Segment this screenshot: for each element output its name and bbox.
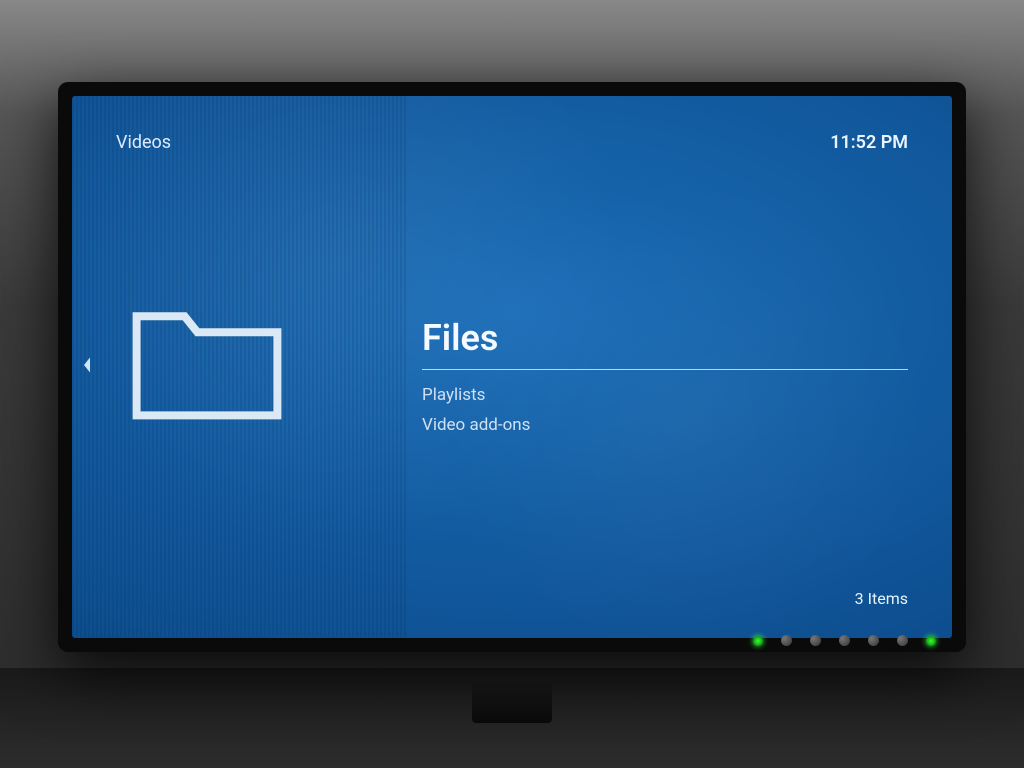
clock: 11:52 PM — [830, 132, 908, 153]
monitor-button — [781, 635, 792, 646]
header-bar: Videos 11:52 PM — [72, 96, 952, 153]
monitor-button — [897, 635, 908, 646]
monitor-button — [839, 635, 850, 646]
monitor-button — [810, 635, 821, 646]
chevron-left-icon[interactable] — [80, 356, 94, 378]
section-title: Videos — [116, 132, 171, 153]
preview-icon-panel — [127, 296, 287, 430]
monitor-bezel: Videos 11:52 PM Files Playlists Video ad… — [58, 82, 966, 652]
monitor-button — [868, 635, 879, 646]
monitor-stand — [472, 683, 552, 723]
monitor-controls — [753, 635, 936, 646]
power-led-icon — [753, 636, 763, 646]
screen-area: Videos 11:52 PM Files Playlists Video ad… — [72, 96, 952, 638]
menu-item-files[interactable]: Files — [422, 311, 908, 370]
status-led-icon — [926, 636, 936, 646]
folder-icon — [127, 411, 287, 430]
menu-item-playlists[interactable]: Playlists — [422, 380, 908, 410]
item-count-label: 3 Items — [855, 589, 908, 608]
menu-item-video-addons[interactable]: Video add-ons — [422, 410, 908, 440]
menu-list: Files Playlists Video add-ons — [422, 311, 908, 440]
